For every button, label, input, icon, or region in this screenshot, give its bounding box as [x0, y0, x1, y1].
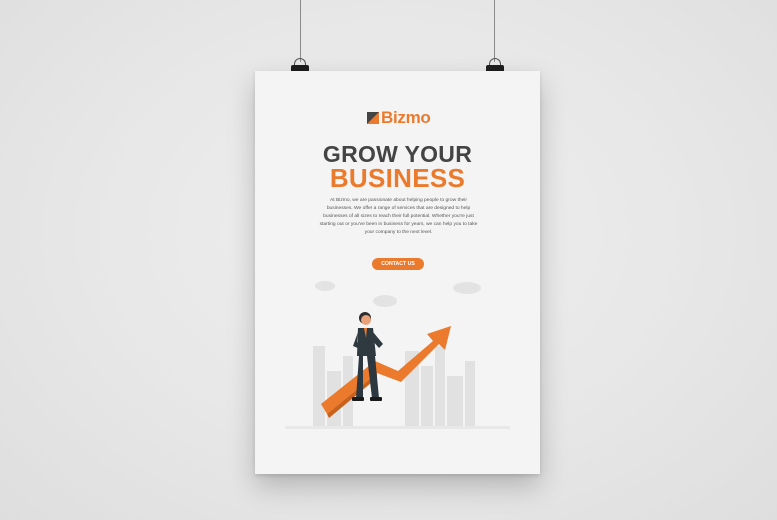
body-paragraph: At Bizmo, we are passionate about helpin… [319, 198, 478, 235]
hanging-string-left [300, 0, 301, 62]
growth-illustration [285, 281, 510, 429]
cloud-shapes [315, 281, 481, 307]
logo-mark-icon [367, 112, 379, 124]
poster: Bizmo GROW YOUR BUSINESS At Bizmo, we ar… [255, 71, 540, 474]
contact-us-button[interactable]: CONTACT US [372, 258, 424, 270]
brand-name: Bizmo [381, 108, 431, 127]
city-skyline [313, 346, 475, 426]
headline-line-2: BUSINESS [329, 163, 466, 193]
brand-logo: Bizmo [367, 108, 431, 127]
ground-line [285, 426, 510, 429]
hanging-string-right [494, 0, 495, 62]
